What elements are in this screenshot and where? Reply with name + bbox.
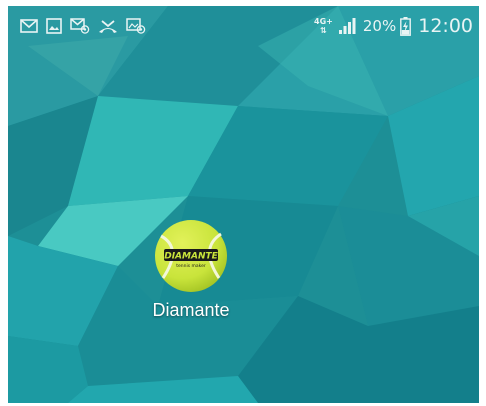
network-indicator: 4G+ ⇅ <box>314 17 333 35</box>
image-at-icon <box>126 18 146 34</box>
status-indicators: 4G+ ⇅ 20% 12:00 <box>314 15 479 37</box>
home-screen: 4G+ ⇅ 20% 12:00 DIAMANTE tennis maker Di… <box>8 6 479 403</box>
status-bar: 4G+ ⇅ 20% 12:00 <box>8 6 479 46</box>
app-icon-wordmark: DIAMANTE <box>164 252 218 262</box>
wallpaper <box>8 6 479 403</box>
clock: 12:00 <box>418 15 473 37</box>
app-shortcut-diamante[interactable]: DIAMANTE tennis maker Diamante <box>126 218 256 321</box>
email-icon <box>20 19 38 33</box>
battery-charging-icon <box>400 16 412 36</box>
email-at-icon <box>70 18 90 34</box>
tennis-ball-icon[interactable]: DIAMANTE tennis maker <box>153 218 229 294</box>
notification-icons <box>8 18 146 34</box>
network-type: 4G+ <box>314 17 333 26</box>
app-icon-tagline: tennis maker <box>176 263 206 269</box>
network-activity-icon: ⇅ <box>320 26 327 35</box>
gallery-icon <box>46 18 62 34</box>
app-label[interactable]: Diamante <box>152 300 229 321</box>
battery-percent: 20% <box>362 17 397 35</box>
missed-call-icon <box>99 20 117 33</box>
signal-bars-icon <box>338 18 356 34</box>
